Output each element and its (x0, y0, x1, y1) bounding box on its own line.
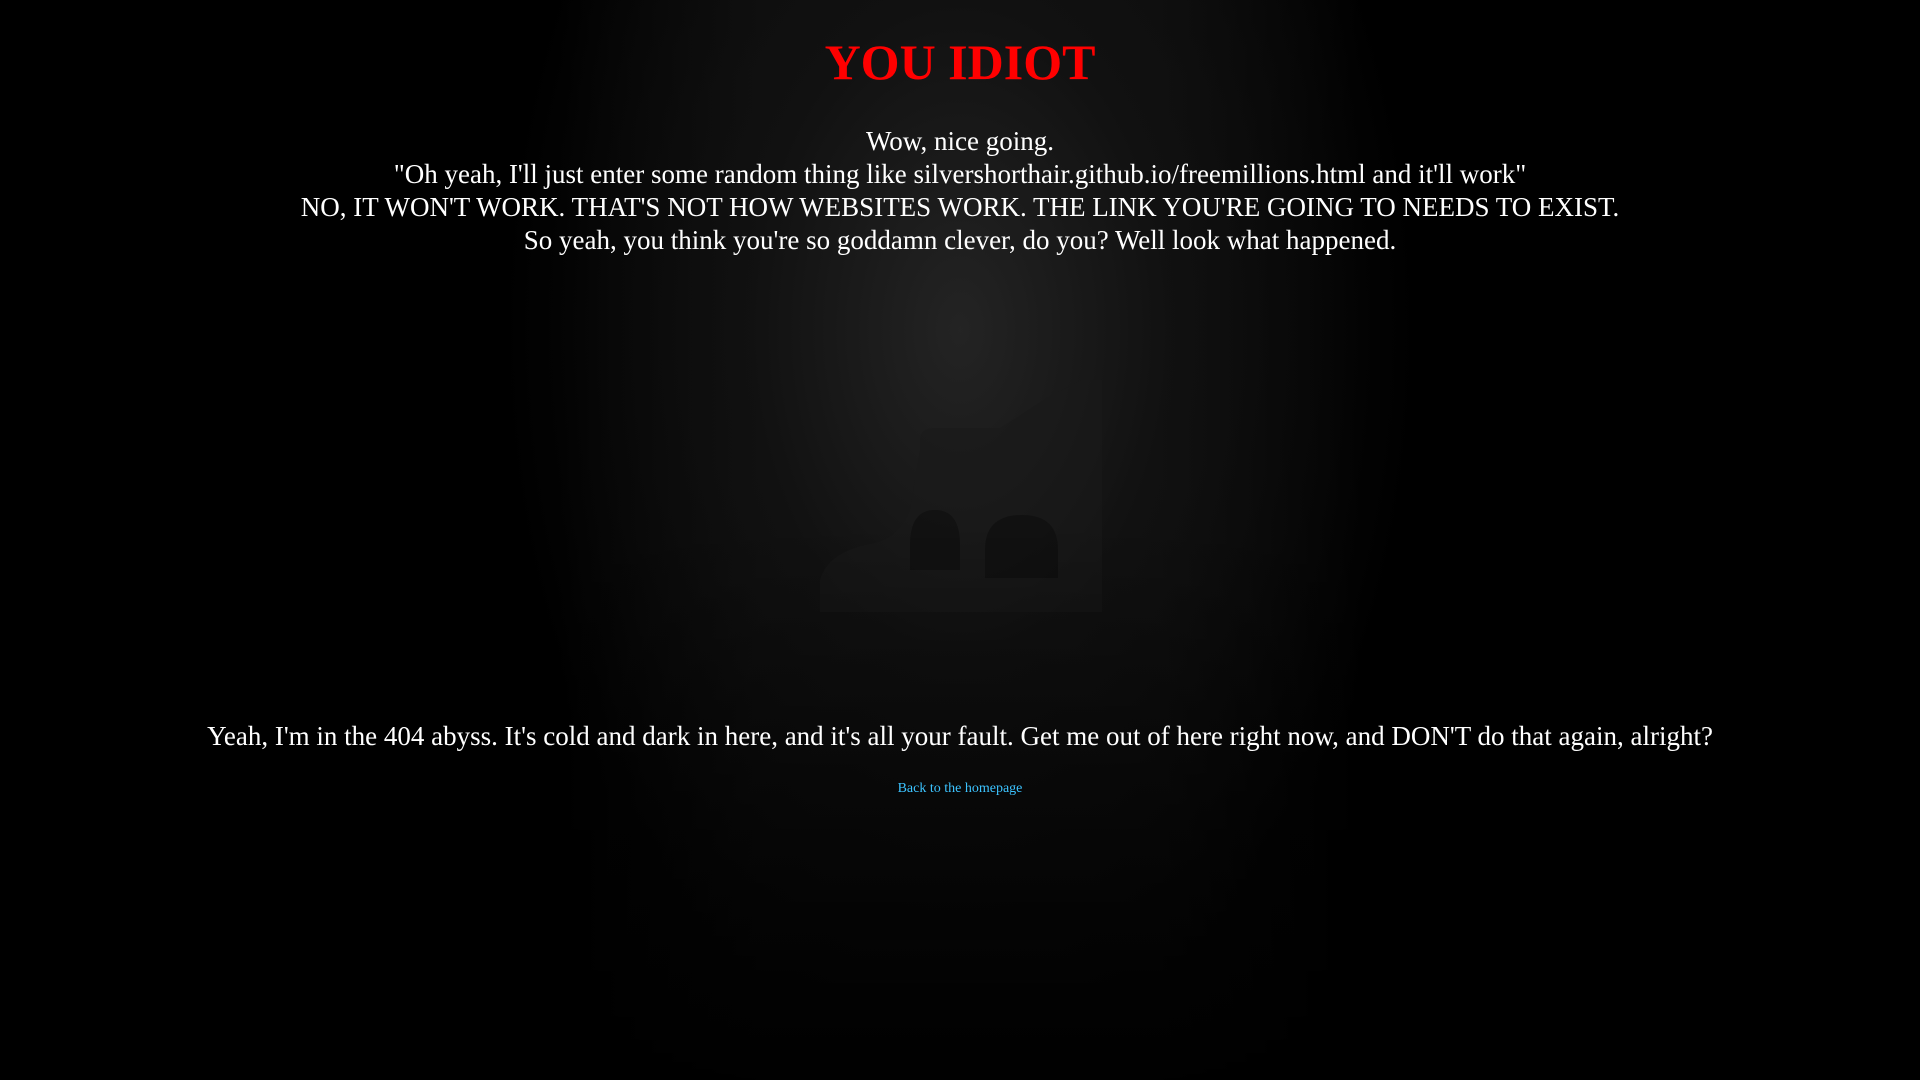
shadowy-cat-silhouette-icon (820, 380, 1102, 612)
abyss-message: Yeah, I'm in the 404 abyss. It's cold an… (207, 721, 1713, 751)
page-title: YOU IDIOT (824, 34, 1096, 90)
message-line: Wow, nice going. (865, 126, 1055, 156)
homepage-link-container: Back to the homepage (0, 780, 1920, 798)
back-to-homepage-link[interactable]: Back to the homepage (898, 781, 1023, 796)
message-line: NO, IT WON'T WORK. THAT'S NOT HOW WEBSIT… (300, 192, 1620, 222)
message-line: So yeah, you think you're so goddamn cle… (523, 225, 1397, 255)
message-line: "Oh yeah, I'll just enter some random th… (393, 159, 1527, 189)
message-block: Wow, nice going. "Oh yeah, I'll just ent… (0, 125, 1920, 257)
